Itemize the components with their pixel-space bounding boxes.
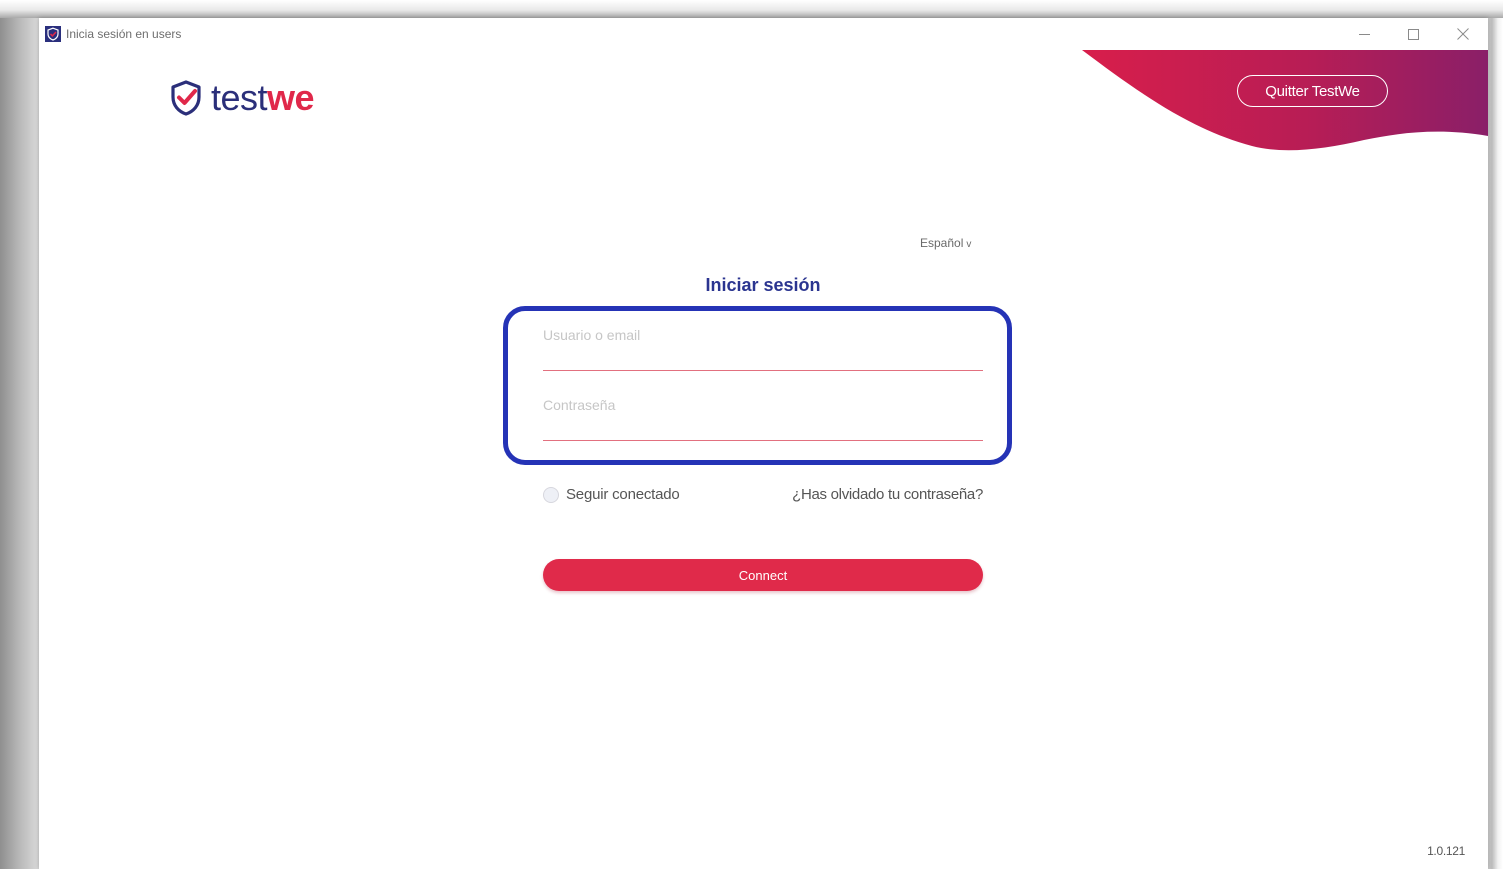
password-field-wrapper <box>543 394 983 441</box>
logo-text-test: test <box>211 77 268 118</box>
title-bar[interactable]: Inicia sesión en users <box>39 18 1488 50</box>
logo-text-we: we <box>267 77 315 118</box>
minimize-icon <box>1359 33 1370 35</box>
forgot-password-link[interactable]: ¿Has olvidado tu contraseña? <box>743 486 983 503</box>
remember-me-label: Seguir conectado <box>566 486 680 503</box>
shield-check-icon <box>171 80 201 116</box>
remember-me-option[interactable]: Seguir conectado <box>543 486 680 503</box>
language-select[interactable]: Español v <box>920 236 971 250</box>
screen-top-edge <box>0 0 1503 18</box>
app-shield-icon <box>45 26 61 42</box>
maximize-button[interactable] <box>1389 18 1438 50</box>
language-selected-value: Español <box>920 236 964 250</box>
maximize-icon <box>1408 28 1419 40</box>
logo-wordmark: testwe <box>211 77 315 118</box>
app-window: Inicia sesión en users Quitter TestWe te… <box>39 18 1488 869</box>
header-wave-decoration <box>1082 50 1488 151</box>
close-button[interactable] <box>1438 18 1487 50</box>
screen-background: Inicia sesión en users Quitter TestWe te… <box>0 0 1503 869</box>
window-title: Inicia sesión en users <box>66 27 182 41</box>
minimize-button[interactable] <box>1340 18 1389 50</box>
testwe-logo: testwe <box>170 77 315 118</box>
chevron-down-icon: v <box>966 239 972 250</box>
password-input[interactable] <box>543 394 983 440</box>
remember-me-radio[interactable] <box>543 486 559 503</box>
login-title: Iniciar sesión <box>705 275 821 295</box>
username-input[interactable] <box>543 324 983 370</box>
username-field-wrapper <box>543 324 983 371</box>
app-version: 1.0.121 <box>1427 844 1465 858</box>
connect-button[interactable]: Connect <box>543 559 983 591</box>
close-icon <box>1456 28 1469 40</box>
quit-testwe-button[interactable]: Quitter TestWe <box>1237 75 1388 107</box>
